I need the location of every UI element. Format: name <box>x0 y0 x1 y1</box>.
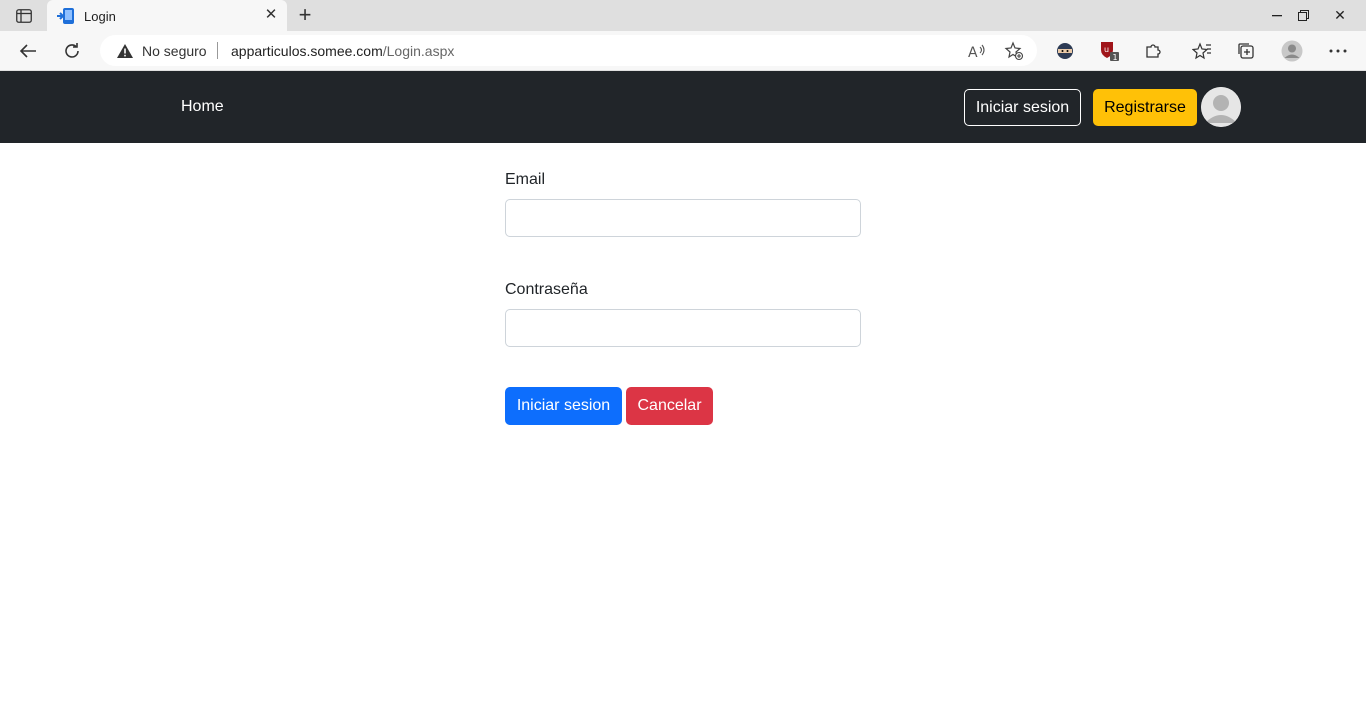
refresh-icon[interactable] <box>58 37 86 65</box>
profile-icon[interactable] <box>1281 40 1303 62</box>
site-navbar: Home Iniciar sesion Registrarse <box>0 71 1366 143</box>
nav-register-button[interactable]: Registrarse <box>1093 89 1197 126</box>
extensions-puzzle-icon[interactable] <box>1142 40 1164 62</box>
extension-shield-icon[interactable]: u1 <box>1098 40 1120 62</box>
extension-ninja-icon[interactable] <box>1054 40 1076 62</box>
favorites-icon[interactable] <box>1191 40 1213 62</box>
browser-tab-login[interactable]: Login ✕ <box>47 0 287 32</box>
security-label[interactable]: No seguro <box>142 43 207 59</box>
tab-actions-icon[interactable] <box>12 7 36 25</box>
url-host: apparticulos.somee.com <box>231 43 383 59</box>
new-tab-button[interactable]: + <box>294 4 316 27</box>
address-divider <box>217 42 218 59</box>
email-label: Email <box>505 171 546 188</box>
app-favicon-icon <box>57 8 75 24</box>
add-favorite-icon[interactable] <box>1004 41 1024 61</box>
url-text[interactable]: apparticulos.somee.com/Login.aspx <box>231 43 454 59</box>
svg-text:A: A <box>968 45 978 59</box>
svg-text:1: 1 <box>1113 53 1118 62</box>
nav-login-button[interactable]: Iniciar sesion <box>964 89 1081 126</box>
email-field[interactable] <box>505 199 861 237</box>
svg-text:u: u <box>1104 45 1109 54</box>
read-aloud-icon[interactable]: A <box>967 41 987 61</box>
close-window-icon[interactable]: ✕ <box>1317 0 1363 31</box>
tab-title: Login <box>84 9 116 24</box>
url-path: /Login.aspx <box>382 43 455 59</box>
browser-toolbar: No seguro apparticulos.somee.com/Login.a… <box>0 31 1366 71</box>
more-menu-icon[interactable] <box>1327 40 1349 62</box>
avatar[interactable] <box>1201 87 1241 127</box>
password-label: Contraseña <box>505 281 588 298</box>
collections-icon[interactable] <box>1235 40 1257 62</box>
back-arrow-icon[interactable] <box>14 37 42 65</box>
close-tab-icon[interactable]: ✕ <box>263 7 279 23</box>
login-submit-button[interactable]: Iniciar sesion <box>505 387 622 425</box>
browser-tabstrip: Login ✕ + ✕ <box>0 0 1366 32</box>
cancel-button[interactable]: Cancelar <box>626 387 713 425</box>
warning-icon[interactable] <box>116 43 134 59</box>
address-bar[interactable]: No seguro apparticulos.somee.com/Login.a… <box>100 35 1037 66</box>
nav-home-link[interactable]: Home <box>181 98 224 116</box>
password-field[interactable] <box>505 309 861 347</box>
